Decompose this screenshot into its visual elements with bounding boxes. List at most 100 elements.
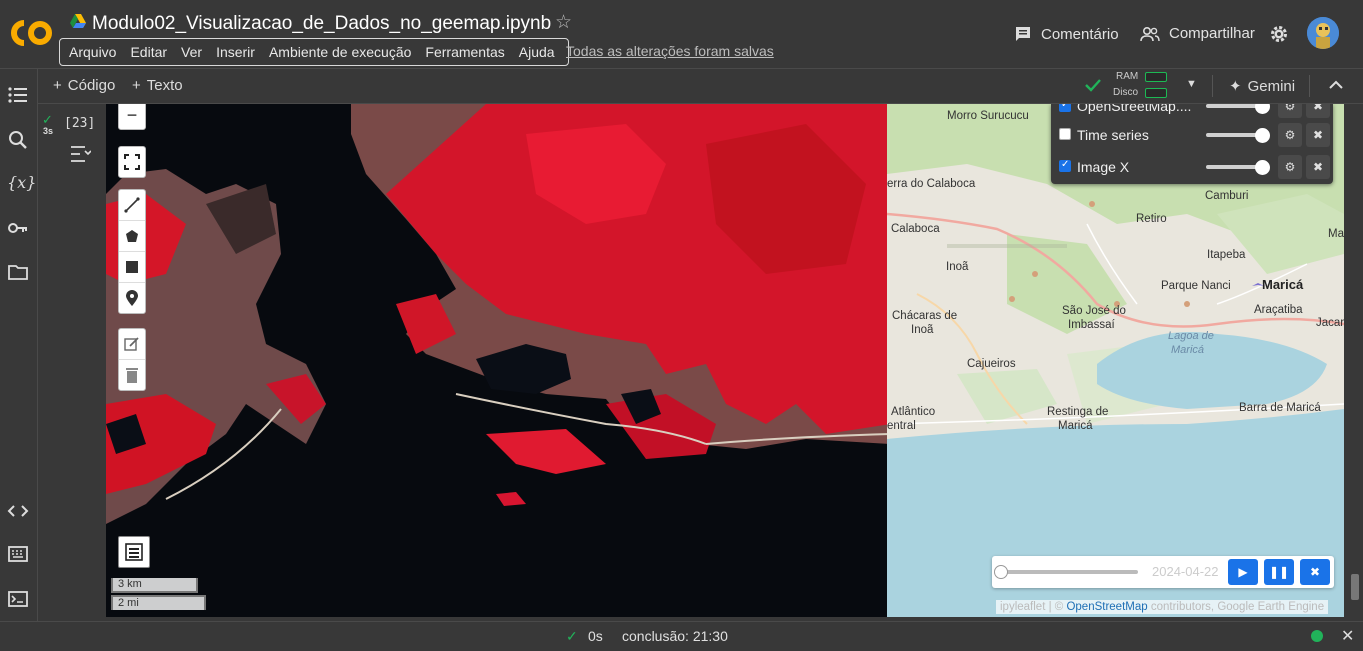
place-label: Atlântico [891,406,936,418]
openstreetmap-link[interactable]: OpenStreetMap [1066,601,1147,613]
place-label: Inoã [911,324,934,336]
layer-settings-gear-icon[interactable]: ⚙ [1278,104,1302,118]
connection-status-dot[interactable] [1311,630,1323,642]
menu-editar[interactable]: Editar [123,44,174,60]
pause-icon: ❚❚ [1268,565,1290,579]
legend-icon [125,543,143,561]
play-icon: ▶ [1238,565,1248,579]
opacity-slider[interactable] [1206,133,1262,137]
place-label: entral [887,420,916,432]
layer-checkbox[interactable] [1059,104,1071,112]
time-slider-knob[interactable] [994,565,1008,579]
opacity-slider-knob[interactable] [1255,160,1270,175]
draw-toolbar [118,189,146,314]
layer-remove-close-icon[interactable]: ✖ [1306,123,1330,147]
disk-label: Disco [1113,87,1139,98]
menu-ambiente[interactable]: Ambiente de execução [262,44,418,60]
map-widget[interactable]: Morro Surucucu erra do Calaboca Calaboca… [106,104,1344,617]
sparkle-icon: ✦ [1229,78,1242,95]
place-label: Imbassaí [1068,319,1115,331]
place-label: Barra de Maricá [1239,402,1321,414]
resources-dropdown-icon[interactable]: ▼ [1186,78,1197,90]
disk-meter[interactable] [1145,88,1167,98]
table-of-contents-icon[interactable] [7,84,29,106]
close-icon[interactable]: ✕ [1341,626,1354,646]
time-slider-track[interactable] [1000,570,1138,574]
place-label: São José do [1062,305,1126,317]
map-attribution: ipyleaflet | © OpenStreetMap contributor… [996,600,1329,614]
folder-icon[interactable] [7,261,29,283]
gemini-button[interactable]: ✦ Gemini [1229,77,1295,96]
comment-label: Comentário [1041,25,1119,43]
notebook-title[interactable]: Modulo02_Visualizacao_de_Dados_no_geemap… [92,13,551,35]
add-code-label: Código [67,77,116,94]
save-status[interactable]: Todas as alterações foram salvas [566,43,774,59]
ram-meter[interactable] [1145,72,1167,82]
place-label: Araçatiba [1254,304,1303,316]
fullscreen-button[interactable] [119,147,145,177]
opacity-slider[interactable] [1206,104,1262,108]
add-text-button[interactable]: + Texto [132,77,183,94]
comment-button[interactable]: Comentário [1014,25,1119,43]
place-label: Retiro [1136,213,1167,225]
zoom-out-button[interactable]: − [119,104,145,129]
star-icon[interactable]: ☆ [555,11,572,34]
add-code-button[interactable]: + Código [53,77,115,94]
layer-checkbox[interactable] [1059,128,1071,140]
menu-ferramentas[interactable]: Ferramentas [418,44,511,60]
menu-inserir[interactable]: Inserir [209,44,262,60]
place-label: Itapeba [1207,249,1246,261]
menu-ver[interactable]: Ver [174,44,209,60]
lagoon-label: Maricá [1171,344,1205,356]
layer-row-time-series: Time series ⚙ ✖ [1051,119,1333,151]
menu-bar: Arquivo Editar Ver Inserir Ambiente de e… [59,38,569,66]
share-button[interactable]: Compartilhar [1140,25,1255,42]
colab-logo[interactable] [10,18,54,48]
layer-settings-gear-icon[interactable]: ⚙ [1278,123,1302,147]
pause-button[interactable]: ❚❚ [1264,559,1294,585]
close-slider-button[interactable]: ✖ [1300,559,1330,585]
layer-remove-close-icon[interactable]: ✖ [1306,104,1330,118]
variables-icon[interactable]: {x} [7,172,36,194]
opacity-slider[interactable] [1206,165,1262,169]
key-icon[interactable] [7,217,29,239]
drive-icon[interactable] [70,14,86,28]
settings-gear-icon[interactable] [1269,24,1289,44]
notebook-scrollbar[interactable] [1344,104,1363,620]
edit-layers-button[interactable] [119,329,145,360]
command-palette-icon[interactable] [7,543,29,565]
place-label: Calaboca [891,223,940,235]
place-label: Parque Nanci [1161,280,1231,292]
place-label: Morro Surucucu [947,110,1029,122]
draw-polyline-button[interactable] [119,190,145,221]
terminal-icon[interactable] [7,588,29,610]
status-conclusion: conclusão: 21:30 [622,628,728,644]
draw-marker-button[interactable] [119,283,145,313]
user-avatar[interactable] [1307,17,1339,49]
opacity-slider-knob[interactable] [1255,104,1270,114]
search-icon[interactable] [7,129,29,151]
play-button[interactable]: ▶ [1228,559,1258,585]
delete-layers-button[interactable] [119,360,145,390]
draw-polygon-button[interactable] [119,221,145,252]
menu-ajuda[interactable]: Ajuda [512,44,562,60]
layer-remove-close-icon[interactable]: ✖ [1306,155,1330,179]
edit-toolbar [118,328,146,391]
scrollbar-thumb[interactable] [1351,574,1359,600]
opacity-slider-knob[interactable] [1255,128,1270,143]
chevron-up-icon[interactable] [1328,75,1344,95]
draw-rectangle-button[interactable] [119,252,145,283]
menu-arquivo[interactable]: Arquivo [62,44,123,60]
people-icon [1140,26,1160,41]
ram-label: RAM [1116,71,1139,82]
layer-name: Image X [1077,159,1130,175]
time-slider-date: 2024-04-22 [1152,564,1219,579]
cell-exec-count[interactable]: [23] [64,116,95,131]
code-snippets-icon[interactable] [7,500,29,522]
connected-check-icon[interactable] [1083,75,1103,95]
legend-button[interactable] [118,536,150,568]
layer-checkbox[interactable] [1059,159,1071,172]
output-actions-icon[interactable] [69,144,91,164]
place-label: erra do Calaboca [887,178,976,190]
layer-settings-gear-icon[interactable]: ⚙ [1278,155,1302,179]
